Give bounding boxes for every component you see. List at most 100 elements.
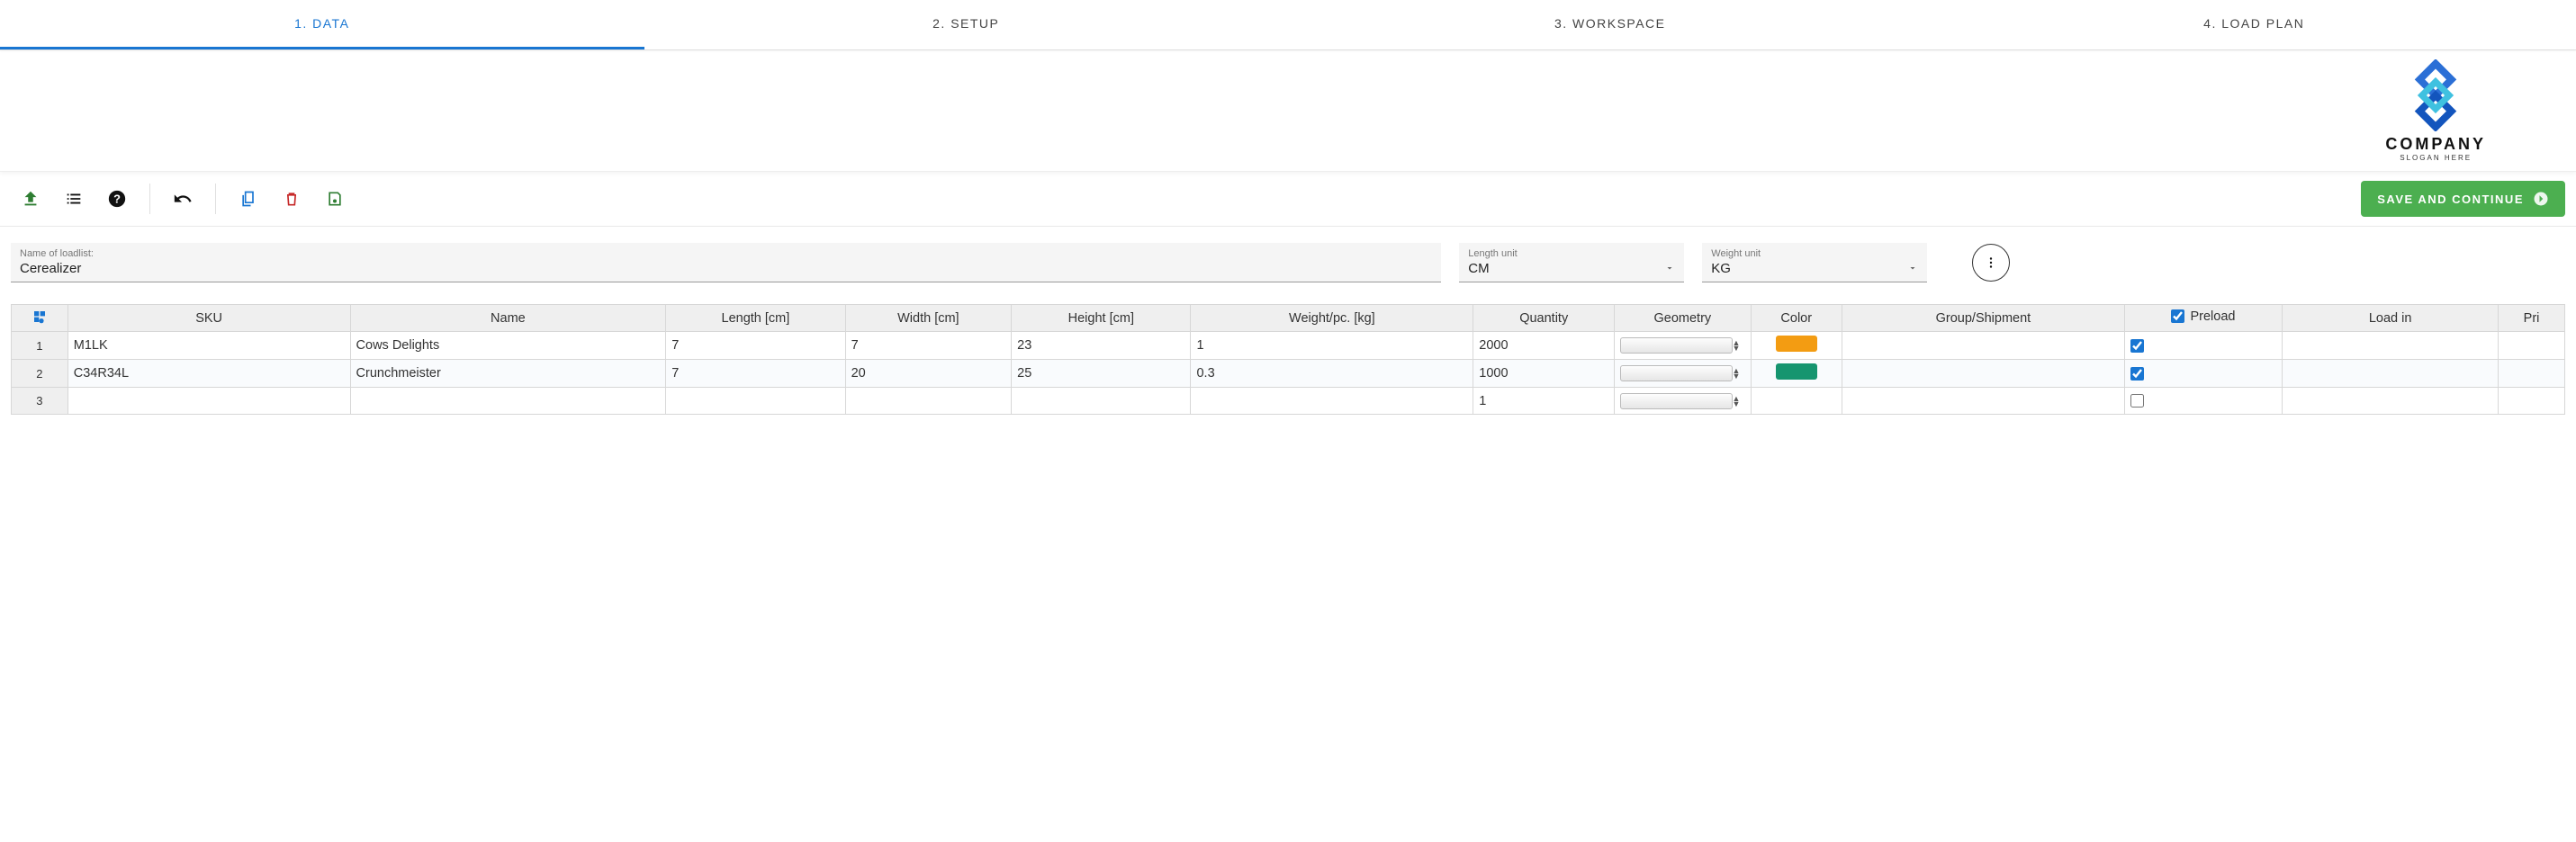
upload-icon <box>21 189 41 209</box>
row-number[interactable]: 2 <box>12 360 68 388</box>
cell-group[interactable] <box>1842 388 2125 415</box>
cell-weight[interactable] <box>1191 388 1473 415</box>
table-row: 3 1 ▲▼ <box>12 388 2565 415</box>
color-swatch[interactable] <box>1776 336 1817 352</box>
cell-preload[interactable] <box>2124 360 2282 388</box>
save-and-continue-button[interactable]: SAVE AND CONTINUE <box>2361 181 2565 217</box>
cell-height[interactable] <box>1012 388 1191 415</box>
preload-header-checkbox[interactable] <box>2171 309 2184 323</box>
cell-priority[interactable] <box>2499 360 2565 388</box>
undo-icon <box>172 189 194 209</box>
cell-priority[interactable] <box>2499 332 2565 360</box>
header-length[interactable]: Length [cm] <box>666 305 845 332</box>
undo-button[interactable] <box>163 183 203 215</box>
geometry-selector[interactable] <box>1620 393 1732 409</box>
geometry-selector[interactable] <box>1620 365 1732 381</box>
cell-name[interactable]: Cows Delights <box>350 332 666 360</box>
stepper-icon[interactable]: ▲▼ <box>1733 340 1745 351</box>
header-color[interactable]: Color <box>1751 305 1842 332</box>
cell-group[interactable] <box>1842 360 2125 388</box>
preload-checkbox[interactable] <box>2130 339 2144 353</box>
preload-checkbox[interactable] <box>2130 367 2144 381</box>
tab-data[interactable]: 1. DATA <box>0 0 644 49</box>
header-quantity[interactable]: Quantity <box>1473 305 1615 332</box>
copy-icon <box>239 189 257 209</box>
cell-width[interactable]: 7 <box>845 332 1012 360</box>
cell-geometry[interactable]: ▲▼ <box>1615 388 1751 415</box>
cell-height[interactable]: 25 <box>1012 360 1191 388</box>
header-sku[interactable]: SKU <box>68 305 350 332</box>
stepper-icon[interactable]: ▲▼ <box>1733 396 1745 407</box>
cell-group[interactable] <box>1842 332 2125 360</box>
header-loadin[interactable]: Load in <box>2283 305 2499 332</box>
length-unit-field[interactable]: Length unit CM <box>1459 243 1684 282</box>
table-row: 1M1LKCows Delights772312000▲▼ <box>12 332 2565 360</box>
loadlist-name-field[interactable]: Name of loadlist: <box>11 243 1441 282</box>
delete-button[interactable] <box>272 183 311 215</box>
geometry-selector[interactable] <box>1620 337 1732 354</box>
tab-workspace[interactable]: 3. WORKSPACE <box>1288 0 1932 49</box>
help-button[interactable]: ? <box>97 183 137 215</box>
cell-name[interactable] <box>350 388 666 415</box>
preload-checkbox[interactable] <box>2130 394 2144 408</box>
tab-loadplan[interactable]: 4. LOAD PLAN <box>1932 0 2576 49</box>
weight-unit-value: KG <box>1711 259 1731 276</box>
cell-loadin[interactable] <box>2283 332 2499 360</box>
copy-button[interactable] <box>229 183 268 215</box>
cell-name[interactable]: Crunchmeister <box>350 360 666 388</box>
cell-color[interactable] <box>1751 360 1842 388</box>
tab-setup[interactable]: 2. SETUP <box>644 0 1289 49</box>
cell-quantity[interactable]: 2000 <box>1473 332 1615 360</box>
weight-unit-field[interactable]: Weight unit KG <box>1702 243 1927 282</box>
header-group[interactable]: Group/Shipment <box>1842 305 2125 332</box>
row-number[interactable]: 1 <box>12 332 68 360</box>
toolbar-divider <box>149 184 150 214</box>
cell-preload[interactable] <box>2124 388 2282 415</box>
cell-priority[interactable] <box>2499 388 2565 415</box>
cell-color[interactable] <box>1751 388 1842 415</box>
cell-sku[interactable]: M1LK <box>68 332 350 360</box>
more-options-button[interactable] <box>1972 244 2010 282</box>
logo-icon <box>2386 59 2485 131</box>
list-button[interactable] <box>54 183 94 215</box>
table-row: 2C34R34LCrunchmeister720250.31000 ▲▼ <box>12 360 2565 388</box>
cell-geometry[interactable]: ▲▼ <box>1615 360 1751 388</box>
cell-length[interactable]: 7 <box>666 332 845 360</box>
cell-color[interactable] <box>1751 332 1842 360</box>
cell-quantity[interactable]: 1000 <box>1473 360 1615 388</box>
header-width[interactable]: Width [cm] <box>845 305 1012 332</box>
cell-sku[interactable] <box>68 388 350 415</box>
toolbar: ? SAVE AND CONTINUE <box>0 172 2576 227</box>
upload-button[interactable] <box>11 183 50 215</box>
loadlist-name-input[interactable] <box>20 259 1432 276</box>
cell-length[interactable]: 7 <box>666 360 845 388</box>
cell-preload[interactable] <box>2124 332 2282 360</box>
cell-geometry[interactable]: ▲▼ <box>1615 332 1751 360</box>
cell-width[interactable] <box>845 388 1012 415</box>
cell-loadin[interactable] <box>2283 388 2499 415</box>
color-swatch[interactable] <box>1776 363 1817 380</box>
header-preload[interactable]: Preload <box>2124 305 2282 332</box>
logo-company-text: COMPANY <box>2385 135 2486 154</box>
stepper-icon[interactable]: ▲▼ <box>1733 368 1745 379</box>
loadlist-table: SKU Name Length [cm] Width [cm] Height [… <box>11 304 2565 415</box>
table-settings-button[interactable] <box>12 305 68 332</box>
cell-length[interactable] <box>666 388 845 415</box>
cell-width[interactable]: 20 <box>845 360 1012 388</box>
logo-slogan-text: SLOGAN HERE <box>2400 154 2472 162</box>
cell-weight[interactable]: 0.3 <box>1191 360 1473 388</box>
header-name[interactable]: Name <box>350 305 666 332</box>
weight-unit-label: Weight unit <box>1711 248 1918 259</box>
save-disk-button[interactable] <box>315 183 355 215</box>
cell-sku[interactable]: C34R34L <box>68 360 350 388</box>
cell-height[interactable]: 23 <box>1012 332 1191 360</box>
header-priority[interactable]: Pri <box>2499 305 2565 332</box>
cell-quantity[interactable]: 1 <box>1473 388 1615 415</box>
row-number[interactable]: 3 <box>12 388 68 415</box>
header-geometry[interactable]: Geometry <box>1615 305 1751 332</box>
cell-loadin[interactable] <box>2283 360 2499 388</box>
header-weight[interactable]: Weight/pc. [kg] <box>1191 305 1473 332</box>
help-icon: ? <box>107 189 127 209</box>
header-height[interactable]: Height [cm] <box>1012 305 1191 332</box>
cell-weight[interactable]: 1 <box>1191 332 1473 360</box>
